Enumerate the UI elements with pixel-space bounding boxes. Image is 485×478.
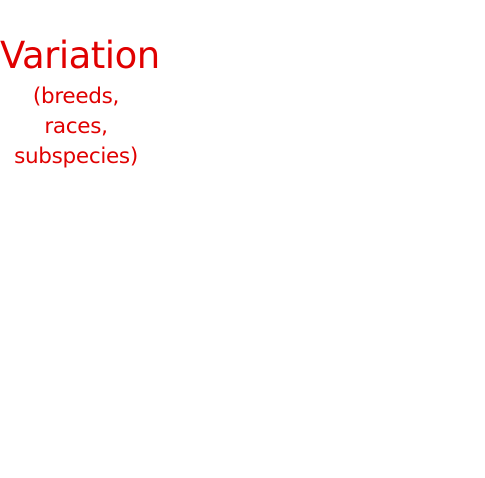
variation-subtitle-line-2: subspecies) <box>14 144 138 169</box>
variation-subtitle: (breeds, races, subspecies) <box>0 82 152 172</box>
variation-title: Variation <box>0 34 160 77</box>
variation-subtitle-line-1: (breeds, races, <box>32 84 120 139</box>
variation-label: Variation (breeds, races, subspecies) <box>0 34 160 172</box>
